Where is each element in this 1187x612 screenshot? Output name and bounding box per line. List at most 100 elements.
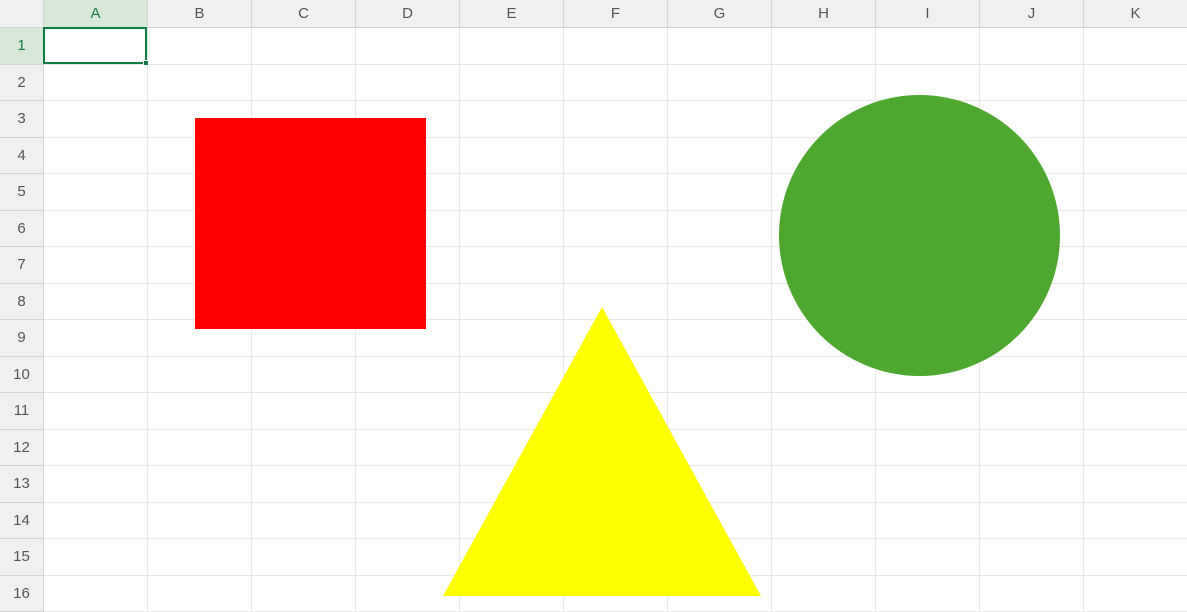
cell-g3[interactable] [668,101,772,138]
cell-k10[interactable] [1084,357,1187,394]
cell-c2[interactable] [252,65,356,102]
cell-k14[interactable] [1084,503,1187,540]
cell-c11[interactable] [252,393,356,430]
column-header-b[interactable]: B [148,0,252,28]
cell-d1[interactable] [356,28,460,65]
column-header-h[interactable]: H [772,0,876,28]
cell-b16[interactable] [148,576,252,612]
column-header-d[interactable]: D [356,0,460,28]
cell-i15[interactable] [876,539,980,576]
cell-e2[interactable] [460,65,564,102]
cell-j12[interactable] [980,430,1084,467]
cell-e6[interactable] [460,211,564,248]
cell-i13[interactable] [876,466,980,503]
cell-i16[interactable] [876,576,980,612]
cell-c15[interactable] [252,539,356,576]
cell-k11[interactable] [1084,393,1187,430]
cell-b10[interactable] [148,357,252,394]
cell-j11[interactable] [980,393,1084,430]
cell-j15[interactable] [980,539,1084,576]
cell-e1[interactable] [460,28,564,65]
cell-c10[interactable] [252,357,356,394]
cell-k7[interactable] [1084,247,1187,284]
cell-a8[interactable] [44,284,148,321]
column-header-a[interactable]: A [44,0,148,28]
cell-h14[interactable] [772,503,876,540]
cell-f3[interactable] [564,101,668,138]
cell-k4[interactable] [1084,138,1187,175]
row-header-11[interactable]: 11 [0,393,44,430]
cell-a15[interactable] [44,539,148,576]
cell-i1[interactable] [876,28,980,65]
cell-i11[interactable] [876,393,980,430]
cell-h16[interactable] [772,576,876,612]
row-header-7[interactable]: 7 [0,247,44,284]
column-header-c[interactable]: C [252,0,356,28]
row-header-16[interactable]: 16 [0,576,44,612]
row-header-9[interactable]: 9 [0,320,44,357]
column-header-e[interactable]: E [460,0,564,28]
cell-j1[interactable] [980,28,1084,65]
cell-f6[interactable] [564,211,668,248]
cell-f5[interactable] [564,174,668,211]
column-header-g[interactable]: G [668,0,772,28]
cell-f2[interactable] [564,65,668,102]
cell-h1[interactable] [772,28,876,65]
column-header-k[interactable]: K [1084,0,1187,28]
cell-k5[interactable] [1084,174,1187,211]
cell-e4[interactable] [460,138,564,175]
cell-e5[interactable] [460,174,564,211]
row-header-12[interactable]: 12 [0,430,44,467]
cell-b2[interactable] [148,65,252,102]
cell-a9[interactable] [44,320,148,357]
green-circle-shape[interactable] [779,95,1060,376]
cell-a13[interactable] [44,466,148,503]
column-header-j[interactable]: J [980,0,1084,28]
cell-g6[interactable] [668,211,772,248]
cell-b13[interactable] [148,466,252,503]
cell-h2[interactable] [772,65,876,102]
cell-j2[interactable] [980,65,1084,102]
cell-b14[interactable] [148,503,252,540]
row-header-13[interactable]: 13 [0,466,44,503]
row-header-15[interactable]: 15 [0,539,44,576]
row-header-8[interactable]: 8 [0,284,44,321]
cell-k15[interactable] [1084,539,1187,576]
row-header-6[interactable]: 6 [0,211,44,248]
cell-a4[interactable] [44,138,148,175]
cell-h12[interactable] [772,430,876,467]
cell-a11[interactable] [44,393,148,430]
row-header-1[interactable]: 1 [0,28,44,65]
cell-e7[interactable] [460,247,564,284]
cell-a12[interactable] [44,430,148,467]
cell-j16[interactable] [980,576,1084,612]
cell-k1[interactable] [1084,28,1187,65]
row-header-14[interactable]: 14 [0,503,44,540]
cell-f4[interactable] [564,138,668,175]
cell-j13[interactable] [980,466,1084,503]
cell-c1[interactable] [252,28,356,65]
cell-k13[interactable] [1084,466,1187,503]
cell-h11[interactable] [772,393,876,430]
cell-a16[interactable] [44,576,148,612]
cell-g5[interactable] [668,174,772,211]
cell-a1[interactable] [44,28,148,65]
cell-b11[interactable] [148,393,252,430]
cell-k9[interactable] [1084,320,1187,357]
cell-d2[interactable] [356,65,460,102]
cell-b12[interactable] [148,430,252,467]
select-all-corner[interactable] [0,0,44,28]
cell-i14[interactable] [876,503,980,540]
cell-g1[interactable] [668,28,772,65]
row-header-4[interactable]: 4 [0,138,44,175]
cell-j10[interactable] [980,357,1084,394]
cell-k12[interactable] [1084,430,1187,467]
cell-b1[interactable] [148,28,252,65]
cell-g7[interactable] [668,247,772,284]
cell-c12[interactable] [252,430,356,467]
cell-h15[interactable] [772,539,876,576]
cell-c13[interactable] [252,466,356,503]
row-header-2[interactable]: 2 [0,65,44,102]
cell-j14[interactable] [980,503,1084,540]
cell-a5[interactable] [44,174,148,211]
